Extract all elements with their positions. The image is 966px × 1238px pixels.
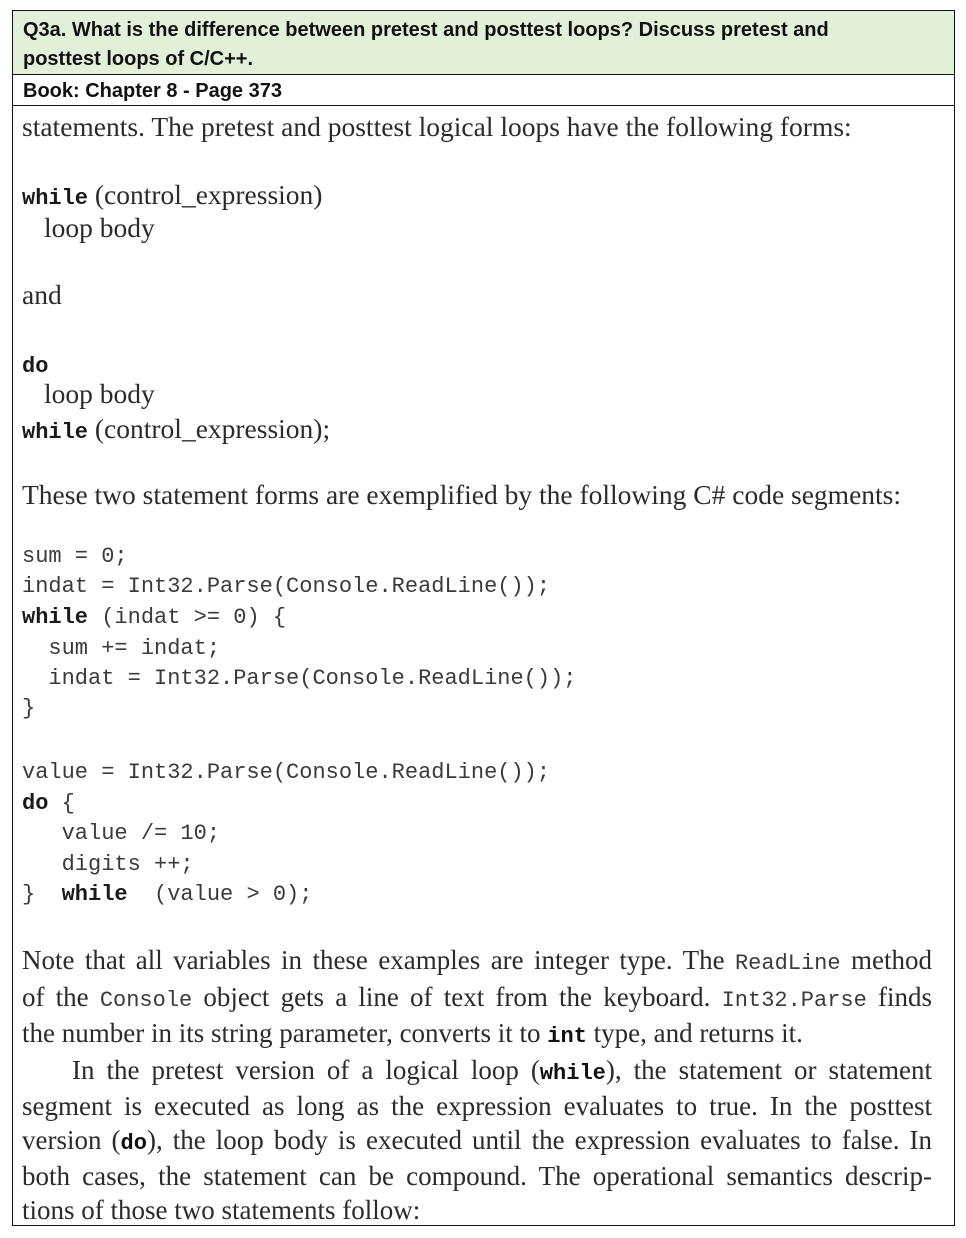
code-line: sum += indat; [22,636,221,661]
code-do-end-rest: (value > 0); [127,882,313,907]
and-text: and [22,279,62,310]
question-header: Q3a. What is the difference between pret… [13,11,954,75]
question-line-1: Q3a. What is the difference between pret… [23,19,829,41]
question-line-2: posttest loops of C/C++. [23,48,254,70]
code-term: Int32.Parse [721,987,867,1013]
text: In the pretest version of a logical loop… [72,1054,540,1085]
do-while-line: while (control_expression); [22,412,330,450]
while-condition: (control_expression) [94,179,323,210]
book-reference: Book: Chapter 8 - Page 373 [23,80,282,102]
text: ), the statement or statement [605,1054,932,1085]
code-line: } [22,696,36,721]
do-loop-body: loop body [44,378,155,409]
code-line: value /= 10; [22,821,221,846]
code-line-while: while (indat >= 0) { [22,603,286,633]
intro-text: statements. The pretest and posttest log… [22,111,852,142]
code-do-keyword: do [22,791,49,816]
code-while-keyword: while [22,605,89,630]
text: ), the loop body is executed until the e… [146,1124,932,1155]
text: finds [866,981,933,1012]
note-paragraph: Note that all variables in these example… [22,944,932,1227]
do-keyword: do [22,354,49,379]
do-while-keyword: while [22,420,89,445]
text: the number in its string parameter, conv… [22,1018,548,1048]
code-line: indat = Int32.Parse(Console.ReadLine()); [22,574,551,599]
code-line-do-end: } while (value > 0); [22,880,312,910]
exemplified-text: These two statement forms are exemplifie… [22,479,902,510]
code-line: indat = Int32.Parse(Console.ReadLine()); [22,666,577,691]
code-line-do: do { [22,789,75,819]
note-line: of the Console object gets a line of tex… [22,981,932,1018]
code-do-end-while: while [61,882,128,907]
note-line: In the pretest version of a logical loop… [22,1054,932,1091]
text: Note that all variables in these example… [22,945,735,975]
text: of the [22,981,100,1012]
text: version ( [22,1124,121,1155]
code-term: while [539,1060,606,1086]
text: method [840,945,932,975]
divider [13,105,954,106]
code-do-end-brace: } [22,882,62,907]
do-while-condition: (control_expression); [94,413,331,444]
code-line: value = Int32.Parse(Console.ReadLine()); [22,760,551,785]
code-term: do [120,1130,147,1156]
while-keyword: while [22,186,89,211]
note-line: both cases, the statement can be compoun… [22,1161,932,1191]
while-loop-body: loop body [44,212,155,243]
code-line: digits ++; [22,852,194,877]
code-term: ReadLine [734,951,841,976]
note-line: the number in its string parameter, conv… [22,1017,932,1054]
note-line: segment is executed as long as the expre… [22,1091,932,1121]
code-do-rest: { [48,791,75,816]
note-line: tions of those two statements follow: [22,1194,421,1225]
code-line: sum = 0; [22,544,128,569]
note-line: Note that all variables in these example… [22,944,932,981]
note-line: version (do), the loop body is executed … [22,1124,932,1161]
code-term: Console [99,987,193,1013]
text: type, and returns it. [586,1018,803,1048]
text: object gets a line of text from the keyb… [192,981,722,1012]
code-while-rest: (indat >= 0) { [88,605,287,630]
code-term: int [547,1024,587,1049]
